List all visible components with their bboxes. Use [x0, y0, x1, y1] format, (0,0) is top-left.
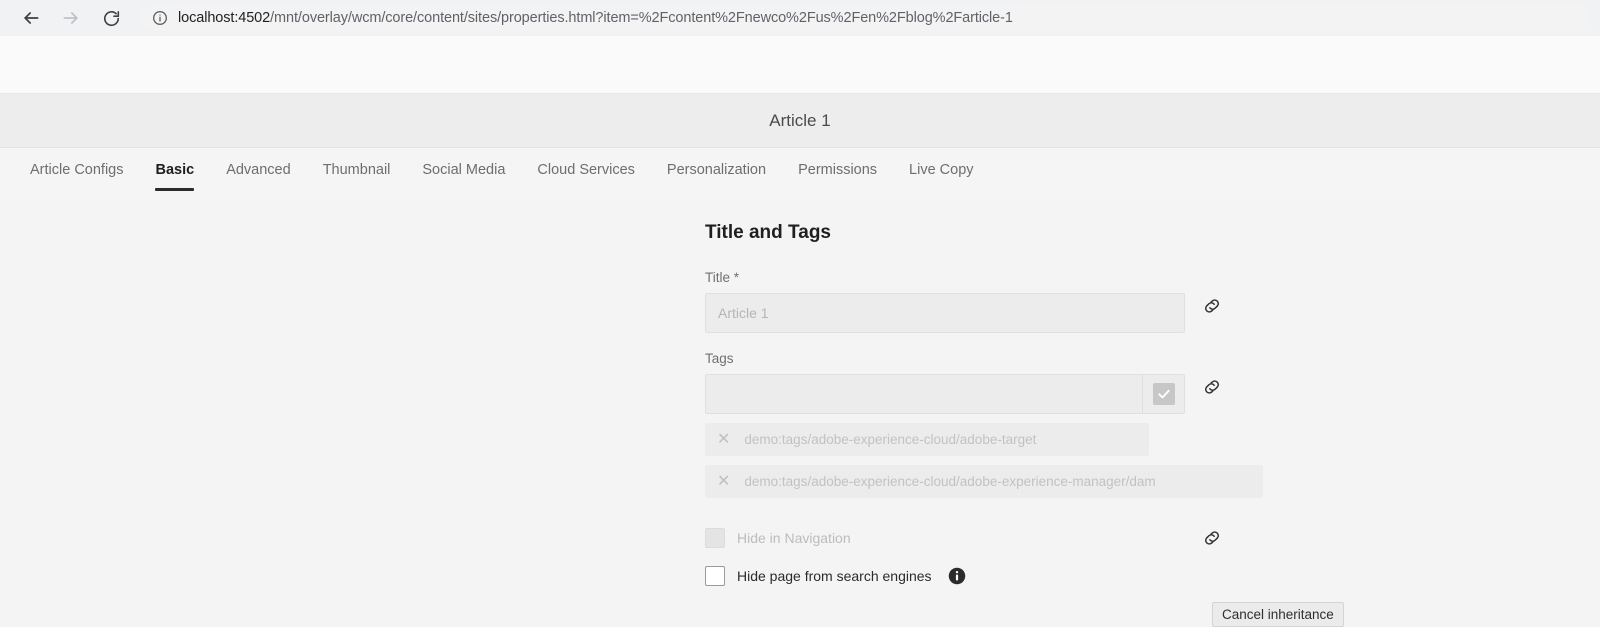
section-heading: Title and Tags [705, 222, 831, 243]
properties-form-area: Title and Tags Title * Article 1 Tags ✕ … [0, 200, 1600, 627]
close-icon[interactable]: ✕ [717, 431, 730, 448]
tags-input-wrapper [705, 374, 1185, 414]
tab-cloud-services[interactable]: Cloud Services [521, 148, 651, 200]
tab-article-configs[interactable]: Article Configs [14, 148, 139, 200]
close-icon[interactable]: ✕ [717, 473, 730, 490]
url-text: localhost:4502/mnt/overlay/wcm/core/cont… [178, 10, 1013, 26]
url-path: /mnt/overlay/wcm/core/content/sites/prop… [270, 10, 1013, 26]
title-input[interactable]: Article 1 [705, 293, 1185, 333]
title-inheritance-link-icon[interactable] [1201, 295, 1223, 317]
back-button[interactable] [16, 3, 46, 33]
tags-picker-button[interactable] [1142, 375, 1184, 413]
tab-personalization[interactable]: Personalization [651, 148, 782, 200]
tag-chip-label: demo:tags/adobe-experience-cloud/adobe-e… [744, 474, 1156, 489]
page-header: Article 1 [0, 94, 1600, 148]
tab-live-copy[interactable]: Live Copy [893, 148, 989, 200]
tab-permissions[interactable]: Permissions [782, 148, 893, 200]
info-circle-icon[interactable] [152, 10, 168, 26]
properties-tabbar: Article Configs Basic Advanced Thumbnail… [0, 148, 1600, 200]
browser-toolbar: localhost:4502/mnt/overlay/wcm/core/cont… [0, 0, 1600, 36]
tags-input[interactable] [706, 375, 1142, 413]
tag-chip-label: demo:tags/adobe-experience-cloud/adobe-t… [744, 432, 1037, 447]
hide-in-navigation-checkbox[interactable] [705, 528, 725, 548]
title-field-row: Title * Article 1 [705, 270, 1219, 333]
info-filled-icon[interactable] [948, 567, 966, 585]
reload-button[interactable] [96, 3, 126, 33]
reload-icon [102, 9, 121, 28]
title-and-tags-section: Title and Tags Title * Article 1 Tags ✕ … [705, 222, 1263, 586]
title-label: Title * [705, 270, 740, 285]
page-title: Article 1 [769, 110, 831, 130]
tag-chip[interactable]: ✕ demo:tags/adobe-experience-cloud/adobe… [705, 423, 1149, 456]
forward-button[interactable] [56, 3, 86, 33]
arrow-left-icon [21, 8, 41, 28]
hide-from-search-label: Hide page from search engines [737, 568, 932, 584]
tab-advanced[interactable]: Advanced [210, 148, 307, 200]
url-host: localhost:4502 [178, 10, 271, 26]
toolbar-band [0, 36, 1600, 94]
checkmark-icon [1152, 383, 1175, 405]
tags-inheritance-link-icon[interactable] [1201, 376, 1223, 398]
tags-field-row: Tags ✕ demo:tags/adobe-experience-cloud/… [705, 351, 1263, 498]
tab-thumbnail[interactable]: Thumbnail [307, 148, 407, 200]
arrow-right-icon [61, 8, 81, 28]
address-bar[interactable]: localhost:4502/mnt/overlay/wcm/core/cont… [140, 5, 1590, 31]
tab-social-media[interactable]: Social Media [406, 148, 521, 200]
hide-in-navigation-label: Hide in Navigation [737, 530, 851, 546]
hide-from-search-checkbox[interactable] [705, 566, 725, 586]
tags-label: Tags [705, 351, 734, 366]
navigation-inheritance-link-icon[interactable] [1201, 527, 1223, 549]
cancel-inheritance-tooltip: Cancel inheritance [1212, 602, 1344, 627]
hide-in-navigation-row: Hide in Navigation [705, 528, 1219, 548]
tag-chip[interactable]: ✕ demo:tags/adobe-experience-cloud/adobe… [705, 465, 1263, 498]
tab-basic[interactable]: Basic [139, 148, 210, 200]
hide-from-search-row: Hide page from search engines [705, 566, 1205, 586]
